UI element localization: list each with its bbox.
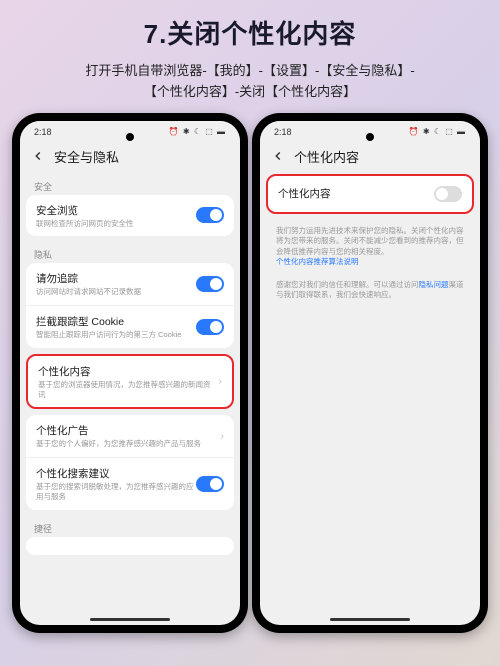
page-title: 7.关闭个性化内容 xyxy=(0,0,500,61)
status-icons: ⏰ ✱ ☾ ⬚ ▬ xyxy=(409,127,466,136)
row-personalized-content[interactable]: 个性化内容 基于您的浏览器使用情况，为您推荐感兴趣的新闻资讯 › xyxy=(28,356,232,408)
section-security: 安全 xyxy=(26,174,234,195)
description-text: 我们努力运用先进技术来保护您的隐私。关闭个性化内容将为您带来的服务。关闭不能减少… xyxy=(266,220,474,274)
algo-link[interactable]: 个性化内容推荐算法说明 xyxy=(276,257,359,266)
chevron-right-icon: › xyxy=(219,376,222,387)
chevron-right-icon: › xyxy=(221,431,224,442)
row-do-not-track[interactable]: 请勿追踪 访问网站时请求网站不记录数据 xyxy=(26,263,234,305)
back-icon[interactable] xyxy=(30,148,46,164)
back-icon[interactable] xyxy=(270,148,286,164)
camera-cutout xyxy=(126,133,134,141)
toggle-personalized-content[interactable] xyxy=(434,186,462,202)
row-safe-browsing[interactable]: 安全浏览 联网检查所访问网页的安全性 xyxy=(26,195,234,237)
row-personalized-content-highlight: 个性化内容 基于您的浏览器使用情况，为您推荐感兴趣的新闻资讯 › xyxy=(26,354,234,410)
description-text-2: 感谢您对我们的信任和理解。可以通过访问隐私问题渠道与我们取得联系，我们会快速响应… xyxy=(266,274,474,307)
toggle-block-cookies[interactable] xyxy=(196,319,224,335)
nav-bar-icon[interactable] xyxy=(330,618,410,621)
instructions: 打开手机自带浏览器-【我的】-【设置】-【安全与隐私】- 【个性化内容】-关闭【… xyxy=(0,61,500,113)
status-time: 2:18 xyxy=(274,127,292,137)
toggle-do-not-track[interactable] xyxy=(196,276,224,292)
phone-right: 2:18 ⏰ ✱ ☾ ⬚ ▬ 个性化内容 个性化内容 xyxy=(252,113,488,633)
header-title: 个性化内容 xyxy=(294,147,359,166)
phone-left: 2:18 ⏰ ✱ ☾ ⬚ ▬ 安全与隐私 安全 安全浏览 联网检查所访问网页的安… xyxy=(12,113,248,633)
section-privacy: 隐私 xyxy=(26,242,234,263)
row-block-cookies[interactable]: 拦截跟踪型 Cookie 智能阻止跟踪用户访问行为的第三方 Cookie xyxy=(26,305,234,348)
privacy-link[interactable]: 隐私问题 xyxy=(419,280,449,289)
section-shortcut: 捷径 xyxy=(26,516,234,537)
toggle-safe-browsing[interactable] xyxy=(196,207,224,223)
row-toggle-highlight: 个性化内容 xyxy=(266,174,474,214)
row-personalized-content-toggle[interactable]: 个性化内容 xyxy=(268,176,472,212)
phone-mockups: 2:18 ⏰ ✱ ☾ ⬚ ▬ 安全与隐私 安全 安全浏览 联网检查所访问网页的安… xyxy=(0,113,500,633)
camera-cutout xyxy=(366,133,374,141)
row-personalized-search[interactable]: 个性化搜索建议 基于您的搜索词脱敏处理，为您推荐感兴趣的应用与服务 xyxy=(26,457,234,510)
screen-header: 个性化内容 xyxy=(260,139,480,174)
status-time: 2:18 xyxy=(34,127,52,137)
nav-bar-icon[interactable] xyxy=(90,618,170,621)
header-title: 安全与隐私 xyxy=(54,147,119,166)
row-personalized-ads[interactable]: 个性化广告 基于您的个人偏好，为您推荐感兴趣的产品与服务 › xyxy=(26,415,234,457)
screen-header: 安全与隐私 xyxy=(20,139,240,174)
row-shortcut[interactable] xyxy=(26,537,234,555)
toggle-personalized-search[interactable] xyxy=(196,476,224,492)
status-icons: ⏰ ✱ ☾ ⬚ ▬ xyxy=(169,127,226,136)
